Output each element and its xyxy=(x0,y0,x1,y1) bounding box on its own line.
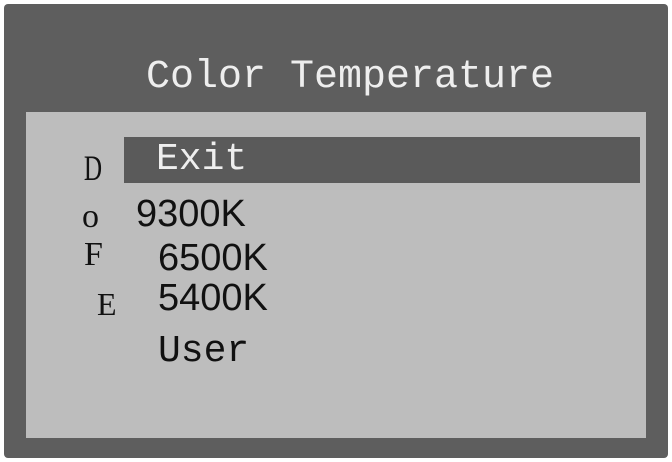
menu-title: Color Temperature xyxy=(145,55,555,100)
menu-item-5400k[interactable]: 5400K xyxy=(158,276,268,320)
menu-item-6500k[interactable]: 6500K xyxy=(158,236,268,280)
side-glyph-e: E xyxy=(97,286,117,322)
side-glyph-o: o xyxy=(82,198,99,235)
menu-item-user[interactable]: User xyxy=(158,330,249,374)
menu-item-9300k[interactable]: 9300K xyxy=(136,192,246,236)
side-glyph-f: F xyxy=(84,236,103,273)
menu-item-exit[interactable]: Exit xyxy=(124,137,640,183)
side-glyph-d: D xyxy=(83,148,103,188)
